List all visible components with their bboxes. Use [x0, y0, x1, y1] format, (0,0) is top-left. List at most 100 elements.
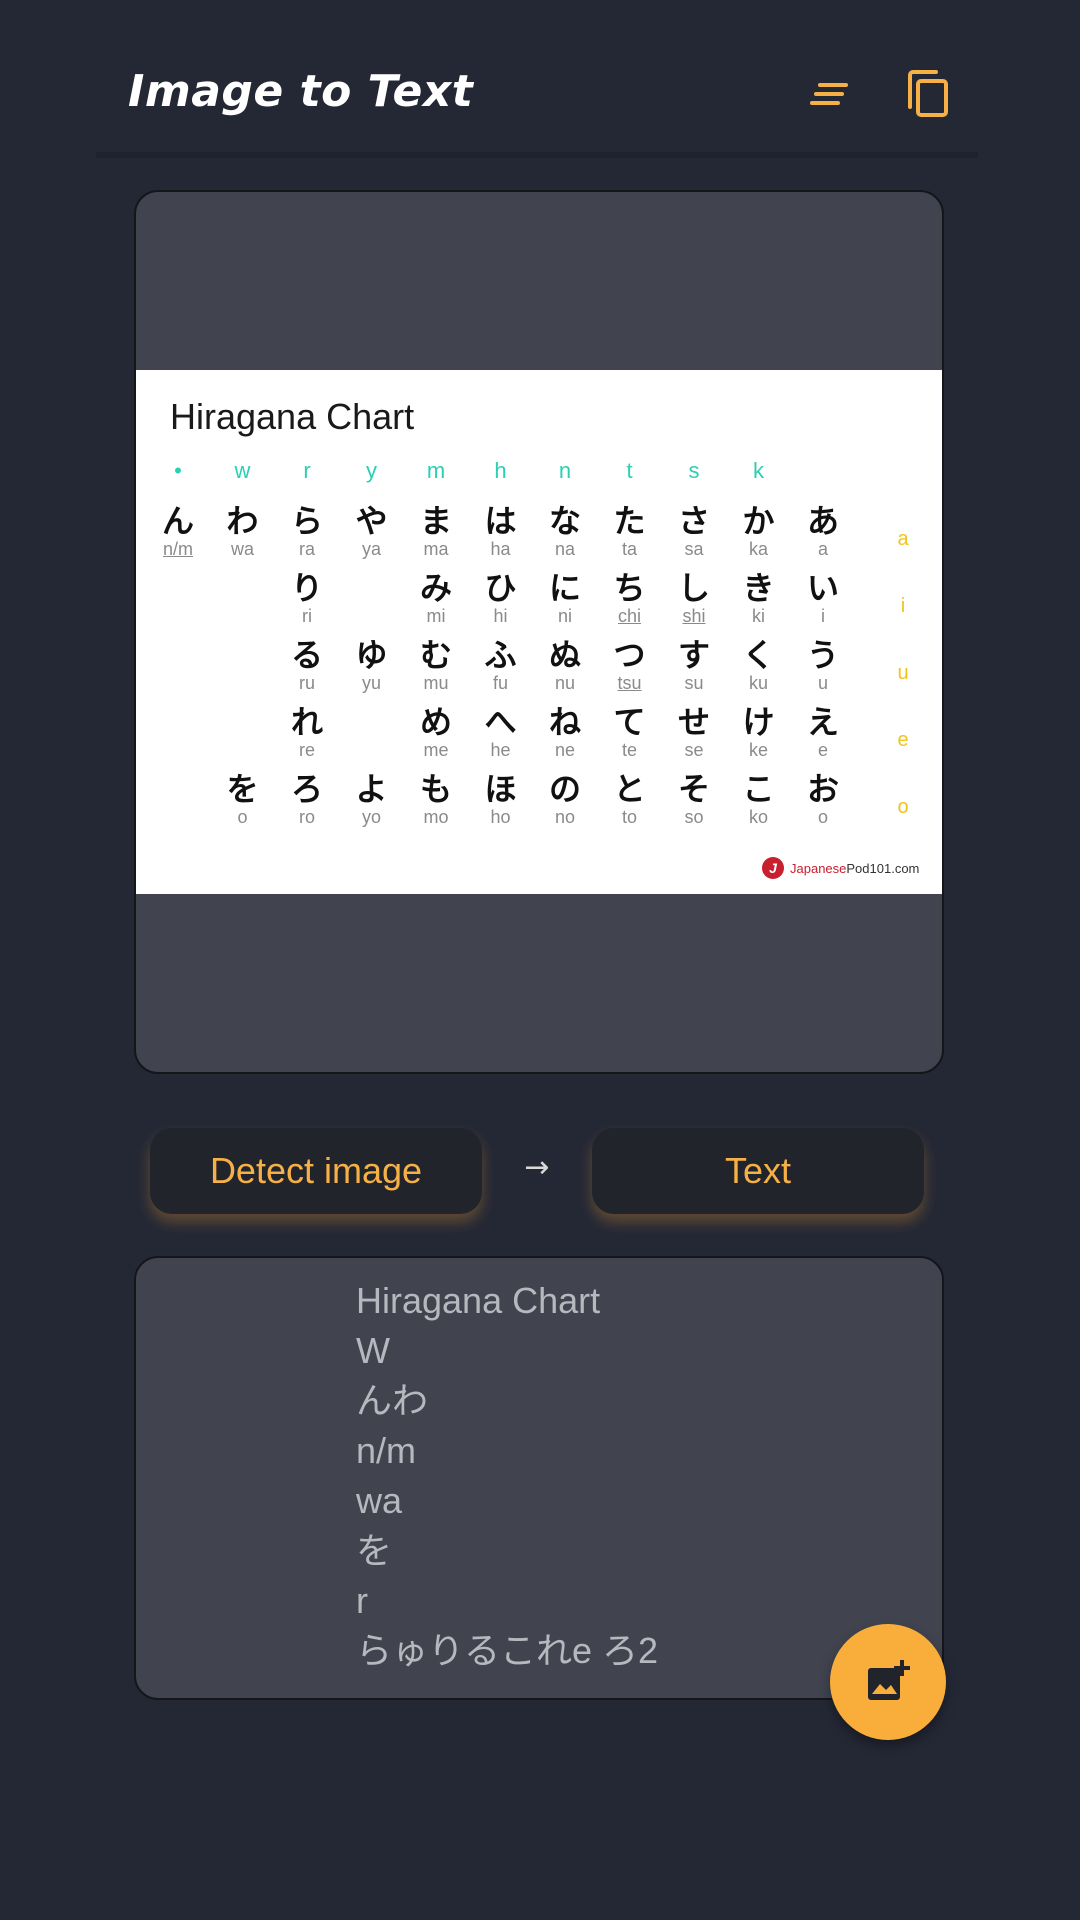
- kana-cell: ん n/m: [146, 504, 210, 560]
- copy-icon[interactable]: [900, 66, 956, 122]
- result-text-card[interactable]: Hiragana Chart W んわ n/m wa を r らゅりるこれe ろ…: [134, 1256, 944, 1700]
- kana-cell: る ru: [275, 638, 339, 694]
- kana-glyph: り: [290, 569, 323, 607]
- kana-glyph: え: [806, 703, 839, 741]
- romaji-label: ki: [752, 606, 765, 626]
- romaji-label: ri: [302, 606, 312, 626]
- romaji-label: hi: [493, 606, 508, 626]
- sort-lines-icon[interactable]: [802, 66, 858, 122]
- app-title: Image to Text: [128, 66, 474, 117]
- kana-glyph: は: [484, 502, 517, 540]
- kana-glyph: た: [613, 502, 646, 540]
- vowel-label: o: [897, 796, 909, 818]
- text-button[interactable]: Text: [592, 1128, 924, 1214]
- romaji-label: se: [684, 740, 704, 760]
- kana-cell: し shi: [662, 571, 726, 627]
- romaji-label: tsu: [617, 673, 642, 693]
- kana-glyph: み: [419, 569, 452, 607]
- romaji-label: ke: [748, 740, 768, 760]
- kana-glyph: す: [677, 636, 710, 674]
- detect-image-button[interactable]: Detect image: [150, 1128, 482, 1214]
- kana-cell: こ ko: [727, 772, 791, 828]
- kana-cell: の no: [533, 772, 597, 828]
- romaji-label: ha: [490, 539, 511, 559]
- romaji-label: su: [684, 673, 704, 693]
- consonant-label: s: [688, 458, 700, 483]
- kana-cell: えe: [791, 705, 855, 761]
- romaji-label: yu: [361, 673, 381, 693]
- romaji-label: ne: [554, 740, 576, 760]
- kana-glyph: ま: [419, 502, 452, 540]
- add-image-icon: [868, 1660, 910, 1700]
- kana-glyph: い: [806, 569, 839, 607]
- romaji-label: o: [817, 807, 828, 827]
- app-bar: Image to Text: [96, 0, 978, 158]
- romaji-label: fu: [492, 673, 508, 693]
- romaji-label: ma: [423, 539, 449, 559]
- image-preview-card[interactable]: Hiragana Chart • w r y m h n t s k a i u e o ん n/m わ wa ら ra…: [134, 190, 944, 1074]
- romaji-label: ta: [621, 539, 637, 559]
- kana-glyph: ひ: [484, 569, 517, 607]
- kana-glyph: よ: [355, 770, 388, 808]
- romaji-label: n/m: [162, 539, 193, 559]
- kana-glyph: か: [742, 502, 775, 540]
- brand-name-red: Japanese: [790, 860, 847, 876]
- consonant-label: n: [558, 458, 572, 483]
- recognized-text[interactable]: Hiragana Chart W んわ n/m wa を r らゅりるこれe ろ…: [356, 1276, 658, 1676]
- kana-cell: おo: [791, 772, 855, 828]
- vowel-label: a: [897, 528, 909, 550]
- romaji-label: ru: [298, 673, 315, 693]
- kana-glyph: ね: [548, 703, 581, 741]
- kana-glyph: き: [742, 569, 775, 607]
- romaji-label: mu: [423, 673, 449, 693]
- kana-cell: ほ ho: [469, 772, 533, 828]
- kana-glyph: ほ: [484, 770, 517, 808]
- kana-cell: ふ fu: [469, 638, 533, 694]
- kana-cell: た ta: [598, 504, 662, 560]
- kana-cell: をo: [211, 772, 275, 828]
- kana-glyph: へ: [484, 703, 517, 741]
- brand-name-rest: Pod101.com: [846, 860, 920, 876]
- romaji-label: ya: [361, 539, 381, 559]
- kana-glyph: ら: [290, 502, 323, 540]
- kana-glyph: う: [806, 636, 839, 674]
- kana-glyph: も: [419, 770, 452, 808]
- kana-cell: き ki: [727, 571, 791, 627]
- kana-glyph: そ: [677, 770, 710, 808]
- vowel-label: u: [897, 662, 909, 684]
- kana-cell: は ha: [469, 504, 533, 560]
- romaji-label: nu: [554, 673, 576, 693]
- kana-cell: いi: [791, 571, 855, 627]
- kana-cell: と to: [598, 772, 662, 828]
- add-image-button[interactable]: [830, 1624, 946, 1740]
- kana-glyph: て: [613, 703, 646, 741]
- romaji-label: ni: [557, 606, 572, 626]
- kana-cell: よ yo: [340, 772, 404, 828]
- romaji-label: chi: [617, 606, 641, 626]
- romaji-label: i: [821, 606, 825, 626]
- kana-cell: ひ hi: [469, 571, 533, 627]
- kana-glyph: け: [742, 703, 775, 741]
- kana-cell: ね ne: [533, 705, 597, 761]
- kana-glyph: こ: [742, 770, 775, 808]
- kana-cell: ち chi: [598, 571, 662, 627]
- romaji-label: na: [554, 539, 576, 559]
- romaji-label: a: [817, 539, 828, 559]
- consonant-label: t: [626, 458, 633, 483]
- kana-glyph: ち: [613, 569, 646, 607]
- kana-cell: ゆ yu: [340, 638, 404, 694]
- brand-logo: J JapanesePod101.com: [762, 854, 919, 882]
- kana-glyph: な: [548, 502, 581, 540]
- chart-title: Hiragana Chart: [170, 396, 415, 437]
- kana-glyph: さ: [677, 502, 710, 540]
- consonant-label: w: [234, 458, 251, 483]
- romaji-label: me: [423, 740, 449, 760]
- kana-cell: ま ma: [404, 504, 468, 560]
- kana-glyph: の: [548, 770, 581, 808]
- romaji-label: no: [554, 807, 576, 827]
- romaji-label: te: [621, 740, 637, 760]
- consonant-label: y: [366, 458, 377, 483]
- consonant-label: h: [494, 458, 507, 483]
- kana-cell: す su: [662, 638, 726, 694]
- romaji-label: ko: [748, 807, 768, 827]
